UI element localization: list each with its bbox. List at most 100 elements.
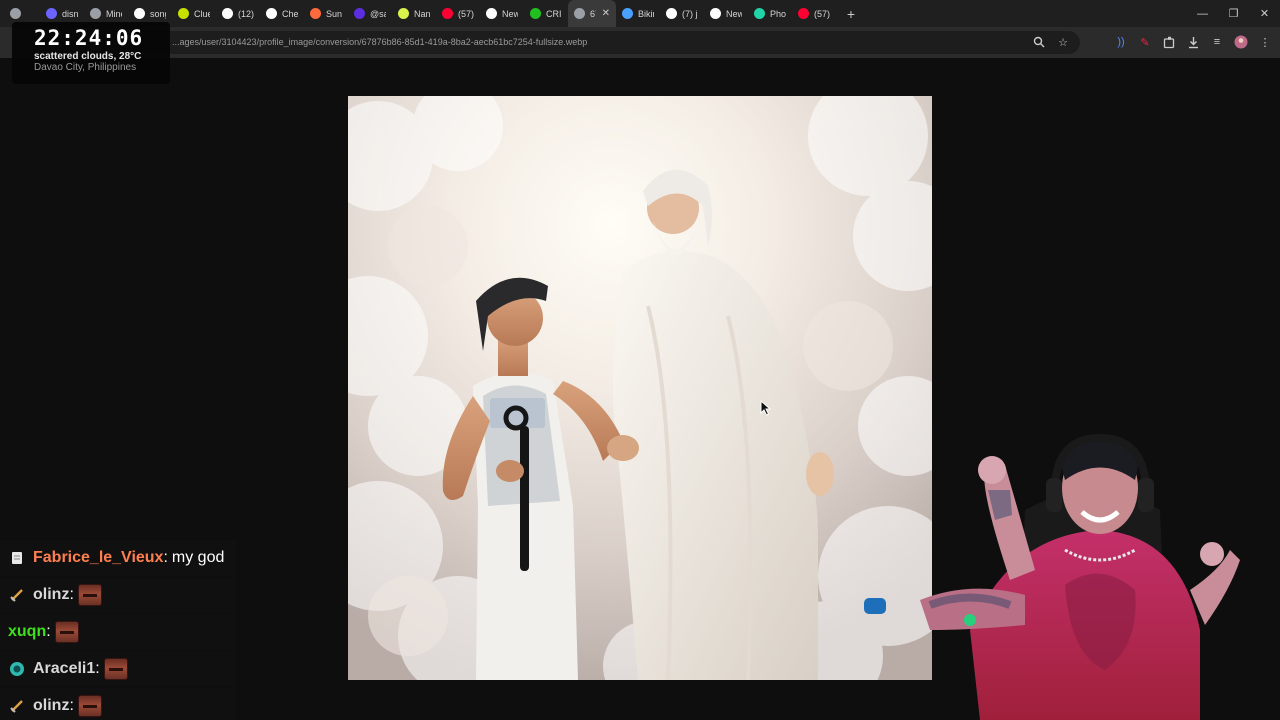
browser-tab[interactable]: Photo [748,0,792,27]
chat-emote-icon [103,658,128,680]
chat-colon: : [163,549,168,566]
chat-message: olinz: [0,688,236,720]
mouse-cursor-icon [760,400,772,416]
clock-time: 22:24:06 [34,26,144,50]
stream-chat: Fabrice_le_Vieux: my god olinz: xuqn: Aracel… [0,540,236,720]
browser-toolbar: ...ages/user/3104423/profile_image/conve… [0,27,1280,58]
browser-tab[interactable]: @sam [348,0,392,27]
tab-title: Cluele [194,8,210,19]
browser-tab[interactable]: Cheap [260,0,304,27]
tab-favicon-icon [90,8,101,19]
browser-tab[interactable]: Nano I [392,0,436,27]
chat-username[interactable]: olinz [33,697,69,715]
tab-title: (7) jap [682,8,698,19]
tab-favicon-icon [622,8,633,19]
chat-text: my god [171,549,225,566]
sword-icon [8,697,26,715]
tab-favicon-icon [10,8,21,19]
browser-tab[interactable]: Cluele [172,0,216,27]
browser-tab[interactable]: CRISTI [524,0,568,27]
tab-favicon-icon [178,8,189,19]
tab-favicon-icon [574,8,585,19]
browser-tab[interactable]: (57) C [792,0,836,27]
reading-list-icon[interactable]: ≡ [1210,35,1224,49]
tab-strip: disnii Minec song t Cluele (12) H Cheap Suno |… [0,0,1280,27]
new-tab-button[interactable]: + [840,3,862,25]
tab-favicon-icon [442,8,453,19]
tab-title: Suno | [326,8,342,19]
tab-favicon-icon [666,8,677,19]
pen-extension-icon[interactable]: ✎ [1138,35,1152,49]
streamer-webcam [860,430,1280,720]
paper-icon [8,549,26,567]
tab-favicon-icon [354,8,365,19]
chat-colon: : [69,586,74,603]
tab-title: 67 [590,8,596,19]
tab-title: Bikini [638,8,654,19]
chat-message: olinz: [0,577,236,613]
tab-title: CRISTI [546,8,562,19]
bookmark-star-icon[interactable]: ☆ [1056,35,1070,49]
chat-username[interactable]: xuqn [8,623,46,641]
globe-icon [8,660,26,678]
close-window-icon[interactable]: ✕ [1249,0,1280,27]
browser-tab[interactable]: Bikini [616,0,660,27]
chat-colon: : [95,660,100,677]
heaven-scene-illustration [348,96,932,680]
tab-close-icon[interactable]: ✕ [602,8,610,19]
streamer-figure [864,433,1240,720]
tab-title: New T [502,8,518,19]
tab-title: Photo [770,8,786,19]
chat-username[interactable]: Araceli1 [33,660,95,678]
browser-tab[interactable]: (7) jap [660,0,704,27]
download-icon[interactable] [1186,35,1200,49]
tab-favicon-icon [754,8,765,19]
browser-tab[interactable]: New T [480,0,524,27]
extensions-puzzle-icon[interactable] [1162,35,1176,49]
audio-extension-icon[interactable]: )) [1114,35,1128,49]
tab-favicon-icon [46,8,57,19]
tab-title: Cheap [282,8,298,19]
chat-message: Araceli1: [0,651,236,687]
tab-favicon-icon [266,8,277,19]
sword-icon [8,586,26,604]
profile-avatar-icon[interactable] [1234,35,1248,49]
tab-favicon-icon [798,8,809,19]
location-text: Davao City, Philippines [34,62,137,73]
chat-username[interactable]: olinz [33,586,69,604]
chat-message: xuqn: [0,614,236,650]
tab-title: (57) tc [458,8,474,19]
restore-icon[interactable]: ❐ [1218,0,1249,27]
tab-title: (12) H [238,8,254,19]
tab-title: (57) C [814,8,830,19]
chat-username[interactable]: Fabrice_le_Vieux [33,549,163,567]
browser-tab[interactable]: 67 ✕ [568,0,616,27]
tab-favicon-icon [134,8,145,19]
tab-favicon-icon [398,8,409,19]
tab-title: Nano I [414,8,430,19]
browser-tab[interactable]: New T [704,0,748,27]
tab-favicon-icon [222,8,233,19]
tab-title: Minec [106,8,122,19]
browser-tab[interactable]: (57) tc [436,0,480,27]
tab-favicon-icon [486,8,497,19]
address-url[interactable]: ...ages/user/3104423/profile_image/conve… [172,37,587,47]
chat-message: Fabrice_le_Vieux: my god [0,540,236,576]
window-controls: — ❐ ✕ [1187,0,1280,27]
address-bar[interactable]: ...ages/user/3104423/profile_image/conve… [130,31,1080,54]
browser-tab[interactable]: (12) H [216,0,260,27]
tab-title: New T [726,8,742,19]
tab-favicon-icon [530,8,541,19]
browser-menu-icon[interactable]: ⋮ [1258,35,1272,49]
chat-emote-icon [54,621,79,643]
zoom-icon[interactable] [1032,35,1046,49]
tab-favicon-icon [310,8,321,19]
minimize-icon[interactable]: — [1187,0,1218,27]
clock-widget: 22:24:06 scattered clouds, 28°C Davao Ci… [12,22,170,84]
chat-colon: : [69,697,74,714]
weather-text: scattered clouds, 28°C [34,51,142,62]
tab-title: @sam [370,8,386,19]
browser-tab[interactable]: Suno | [304,0,348,27]
tab-title: song t [150,8,166,19]
tab-title: disnii [62,8,78,19]
